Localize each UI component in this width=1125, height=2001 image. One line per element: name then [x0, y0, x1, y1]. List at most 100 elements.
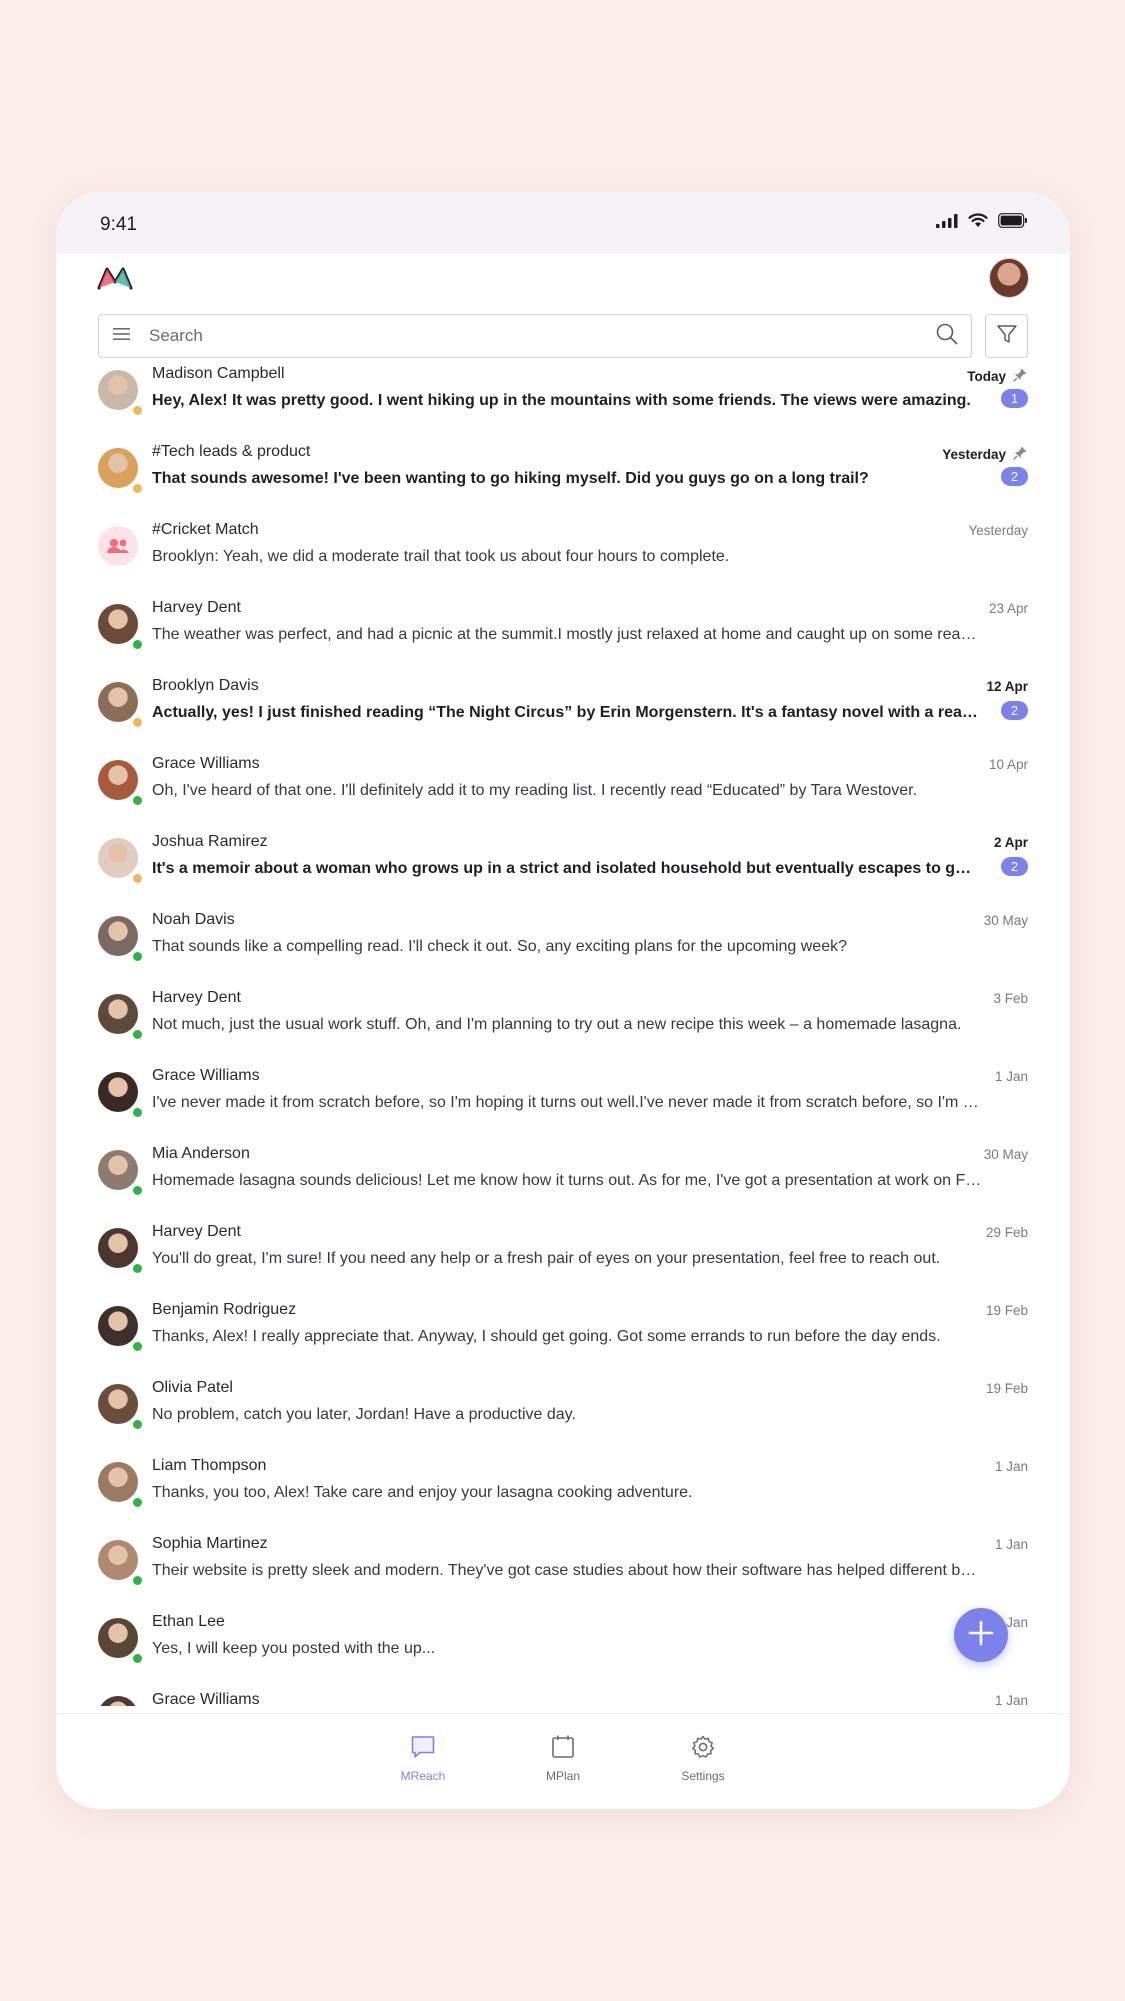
- contact-name: Brooklyn Davis: [152, 677, 259, 694]
- presence-dot: [131, 1262, 144, 1275]
- avatar: [98, 1150, 138, 1190]
- message-date: 12 Apr: [986, 679, 1028, 694]
- conversation-row[interactable]: Grace Williams I've never made it from sc…: [56, 1060, 1070, 1138]
- contact-name: Olivia Patel: [152, 1379, 233, 1396]
- search-input[interactable]: [147, 325, 935, 347]
- date-text: 19 Feb: [985, 1381, 1028, 1396]
- conversation-row[interactable]: Grace Williams 1 Jan: [56, 1684, 1070, 1706]
- unread-badge: 2: [1001, 701, 1028, 720]
- filter-icon: [996, 323, 1018, 350]
- tab-label: MPlan: [545, 1769, 580, 1783]
- message-preview: Oh, I've heard of that one. I'll definit…: [152, 782, 918, 799]
- conversation-row[interactable]: Harvey Dent The weather was perfect, and …: [56, 592, 1070, 670]
- message-date: 3 Feb: [993, 991, 1028, 1006]
- conversation-row[interactable]: Olivia Patel No problem, catch you later,…: [56, 1372, 1070, 1450]
- avatar: [98, 1306, 138, 1346]
- message-date: 19 Feb: [986, 1381, 1028, 1396]
- message-preview: Hey, Alex! It was pretty good. I went hi…: [152, 392, 971, 409]
- conversation-row[interactable]: Grace Williams Oh, I've heard of that one…: [56, 748, 1070, 826]
- presence-dot: [131, 482, 144, 495]
- date-text: 2 Apr: [993, 835, 1028, 850]
- profile-avatar[interactable]: [989, 258, 1029, 298]
- conversation-row[interactable]: #Tech leads & product That sounds awesome…: [56, 436, 1070, 514]
- message-date: 29 Feb: [986, 1225, 1028, 1240]
- avatar: [98, 682, 138, 722]
- conversation-row[interactable]: Madison Campbell Hey, Alex! It was pretty…: [56, 358, 1070, 436]
- message-date: Yesterday: [942, 445, 1028, 464]
- status-bar: 9:41: [56, 192, 1070, 254]
- message-preview: The weather was perfect, and had a picni…: [152, 626, 982, 643]
- avatar: [98, 1462, 138, 1502]
- presence-dot: [131, 794, 144, 807]
- message-date: Yesterday: [968, 523, 1028, 538]
- message-preview: Actually, yes! I just finished reading “…: [152, 704, 978, 721]
- conversation-row[interactable]: Mia Anderson Homemade lasagna sounds deli…: [56, 1138, 1070, 1216]
- date-text: 12 Apr: [986, 679, 1028, 694]
- message-date: 19 Feb: [986, 1303, 1028, 1318]
- search-icon[interactable]: [935, 322, 959, 351]
- device-frame: 9:41 Search Madison Campbell Hey, Alex! …: [56, 192, 1070, 1809]
- message-date: 1 Jan: [995, 1693, 1028, 1706]
- presence-dot: [131, 1574, 144, 1587]
- new-chat-button[interactable]: [954, 1608, 1008, 1662]
- avatar: [98, 838, 138, 878]
- wifi-icon: [968, 213, 988, 233]
- date-text: Today: [967, 369, 1006, 384]
- pin-icon: [1012, 445, 1028, 464]
- date-text: 29 Feb: [985, 1225, 1028, 1240]
- date-text: 1 Jan: [994, 1459, 1028, 1474]
- contact-name: Harvey Dent: [152, 599, 241, 616]
- presence-dot: [131, 638, 144, 651]
- tab-settings[interactable]: Settings: [663, 1734, 743, 1783]
- message-date: 1 Jan: [995, 1069, 1028, 1084]
- avatar: [98, 1228, 138, 1268]
- conversation-row[interactable]: Brooklyn Davis Actually, yes! I just fini…: [56, 670, 1070, 748]
- contact-name: Ethan Lee: [152, 1613, 225, 1630]
- tab-mreach[interactable]: MReach: [383, 1734, 463, 1783]
- conversation-row[interactable]: Harvey Dent You'll do great, I'm sure! If…: [56, 1216, 1070, 1294]
- conversation-row[interactable]: Noah Davis That sounds like a compelling …: [56, 904, 1070, 982]
- avatar: [98, 1540, 138, 1580]
- conversation-row[interactable]: Harvey Dent Not much, just the usual work…: [56, 982, 1070, 1060]
- date-text: 3 Feb: [993, 991, 1028, 1006]
- message-preview: That sounds awesome! I've been wanting t…: [152, 470, 869, 487]
- conversation-row[interactable]: #Cricket Match Brooklyn: Yeah, we did a m…: [56, 514, 1070, 592]
- conversation-row[interactable]: Ethan Lee Yes, I will keep you posted wit…: [56, 1606, 1070, 1684]
- message-date: 23 Apr: [989, 601, 1028, 616]
- app-header: [56, 254, 1070, 314]
- conversation-row[interactable]: Benjamin Rodriguez Thanks, Alex! I really…: [56, 1294, 1070, 1372]
- message-preview: Thanks, Alex! I really appreciate that. …: [152, 1328, 941, 1345]
- message-preview: I've never made it from scratch before, …: [152, 1094, 982, 1111]
- date-text: 10 Apr: [988, 757, 1028, 772]
- conversation-row[interactable]: Sophia Martinez Their website is pretty s…: [56, 1528, 1070, 1606]
- conversation-row[interactable]: Joshua Ramirez It's a memoir about a woma…: [56, 826, 1070, 904]
- presence-dot: [131, 1028, 144, 1041]
- date-text: Yesterday: [942, 447, 1006, 462]
- contact-name: Benjamin Rodriguez: [152, 1301, 297, 1318]
- contact-name: Harvey Dent: [152, 1223, 241, 1240]
- date-text: 1 Jan: [994, 1069, 1028, 1084]
- date-text: 19 Feb: [985, 1303, 1028, 1318]
- tab-mplan[interactable]: MPlan: [523, 1734, 603, 1783]
- avatar: [98, 1384, 138, 1424]
- filter-button[interactable]: [985, 314, 1028, 358]
- message-date: Today: [967, 367, 1028, 386]
- tab-label: MReach: [400, 1769, 446, 1783]
- conversation-row[interactable]: Liam Thompson Thanks, you too, Alex! Take…: [56, 1450, 1070, 1528]
- message-preview: Yes, I will keep you posted with the up.…: [152, 1640, 436, 1657]
- date-text: 1 Jan: [994, 1537, 1028, 1552]
- message-date: 2 Apr: [994, 835, 1028, 850]
- contact-name: Mia Anderson: [152, 1145, 250, 1162]
- avatar: [98, 994, 138, 1034]
- unread-badge: 2: [1001, 467, 1028, 486]
- presence-dot: [131, 1106, 144, 1119]
- hamburger-menu-icon[interactable]: [112, 326, 132, 347]
- system-icons: [936, 213, 1028, 233]
- date-text: 1 Jan: [994, 1693, 1028, 1706]
- presence-dot: [131, 1418, 144, 1431]
- presence-dot: [131, 950, 144, 963]
- date-text: Yesterday: [968, 523, 1028, 538]
- contact-name: Harvey Dent: [152, 989, 241, 1006]
- unread-badge: 1: [1001, 389, 1028, 408]
- message-preview: Brooklyn: Yeah, we did a moderate trail …: [152, 548, 730, 565]
